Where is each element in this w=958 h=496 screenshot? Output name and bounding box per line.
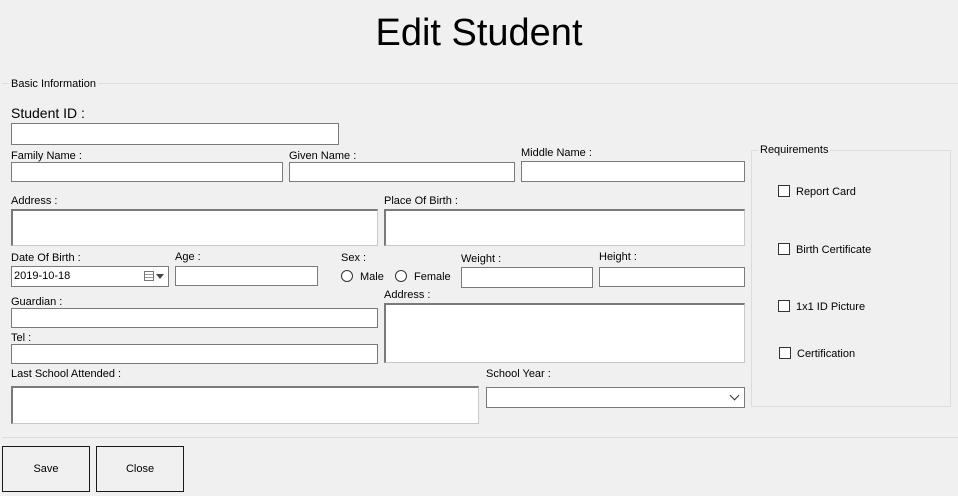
weight-label: Weight : [461,253,502,265]
date-of-birth-label: Date Of Birth : [11,252,81,264]
chevron-down-icon[interactable] [729,390,740,401]
guardian-address-input[interactable] [384,303,745,363]
given-name-label: Given Name : [289,150,357,162]
guardian-address-label: Address : [384,289,431,301]
guardian-input[interactable] [11,308,378,328]
save-button[interactable]: Save [2,446,90,492]
certification-checkbox[interactable] [779,347,791,359]
close-button[interactable]: Close [96,446,184,492]
female-radio[interactable] [395,270,407,282]
report-card-checkbox[interactable] [778,185,790,197]
student-id-input[interactable] [11,123,339,145]
report-card-label[interactable]: Report Card [796,186,856,198]
date-of-birth-value: 2019-10-18 [14,270,71,282]
id-picture-label[interactable]: 1x1 ID Picture [796,301,865,313]
female-label[interactable]: Female [414,271,451,283]
school-year-select[interactable] [486,387,745,408]
middle-name-label: Middle Name : [521,147,592,159]
address-input[interactable] [11,209,378,246]
id-picture-checkbox[interactable] [778,300,790,312]
address-label: Address : [11,195,58,207]
tel-label: Tel : [11,332,32,344]
height-input[interactable] [599,267,745,287]
requirements-label: Requirements [758,144,831,156]
family-name-label: Family Name : [11,150,82,162]
student-id-label: Student ID : [11,105,85,121]
weight-input[interactable] [461,267,593,288]
male-label[interactable]: Male [360,271,384,283]
date-of-birth-picker[interactable]: 2019-10-18 [11,266,169,287]
middle-name-input[interactable] [521,161,745,182]
school-year-label: School Year : [486,368,551,380]
guardian-label: Guardian : [11,296,63,308]
basic-information-label: Basic Information [9,78,98,90]
place-of-birth-label: Place Of Birth : [384,195,458,207]
certification-label[interactable]: Certification [797,348,855,360]
form-title: Edit Student [375,12,583,54]
age-input[interactable] [175,266,318,286]
family-name-input[interactable] [11,162,283,182]
last-school-input[interactable] [11,386,479,424]
sex-label: Sex : [341,252,367,264]
birth-certificate-checkbox[interactable] [778,243,790,255]
last-school-label: Last School Attended : [11,368,122,380]
birth-certificate-label[interactable]: Birth Certificate [796,244,871,256]
chevron-down-icon[interactable] [156,274,164,279]
age-label: Age : [175,251,201,263]
male-radio[interactable] [341,270,353,282]
given-name-input[interactable] [289,162,515,182]
calendar-icon[interactable] [144,271,154,281]
place-of-birth-input[interactable] [384,209,745,246]
tel-input[interactable] [11,344,378,364]
height-label: Height : [599,251,637,263]
